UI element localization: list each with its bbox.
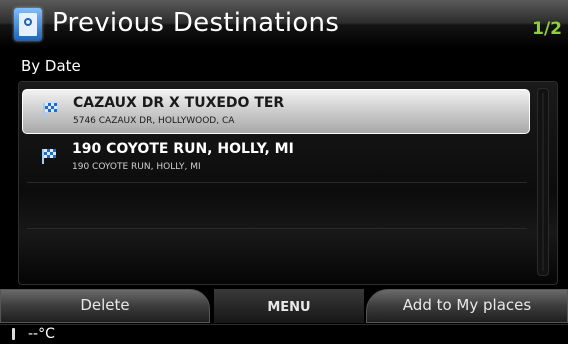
soft-key-bar: Delete MENU Add to My places bbox=[0, 289, 568, 323]
destination-address: 190 COYOTE RUN, HOLLY, MI bbox=[72, 162, 201, 172]
page-indicator: 1/2 bbox=[532, 19, 562, 39]
sort-label: By Date bbox=[21, 57, 81, 75]
destination-address: 5746 CAZAUX DR, HOLLYWOOD, CA bbox=[73, 116, 235, 126]
menu-button[interactable]: MENU bbox=[214, 289, 364, 323]
checkered-flag-icon bbox=[42, 149, 57, 164]
checkered-flag-icon bbox=[43, 103, 58, 118]
destination-name: 190 COYOTE RUN, HOLLY, MI bbox=[72, 141, 294, 157]
list-item[interactable]: CAZAUX DR X TUXEDO TER 5746 CAZAUX DR, H… bbox=[22, 89, 530, 134]
temperature-readout: --°C bbox=[28, 326, 55, 342]
navigation-destination-icon bbox=[14, 8, 42, 41]
thermometer-icon bbox=[12, 328, 15, 340]
status-bar: --°C bbox=[0, 324, 568, 344]
title-bar: Previous Destinations 1/2 bbox=[0, 0, 568, 48]
scrollbar[interactable] bbox=[537, 88, 549, 276]
delete-button[interactable]: Delete bbox=[0, 289, 210, 323]
destinations-list: CAZAUX DR X TUXEDO TER 5746 CAZAUX DR, H… bbox=[18, 81, 558, 285]
list-divider bbox=[27, 182, 527, 183]
list-item[interactable]: 190 COYOTE RUN, HOLLY, MI 190 COYOTE RUN… bbox=[22, 136, 530, 181]
page-title: Previous Destinations bbox=[52, 8, 340, 38]
add-to-my-places-button[interactable]: Add to My places bbox=[366, 289, 568, 323]
list-divider bbox=[27, 228, 527, 229]
destination-name: CAZAUX DR X TUXEDO TER bbox=[73, 95, 285, 111]
